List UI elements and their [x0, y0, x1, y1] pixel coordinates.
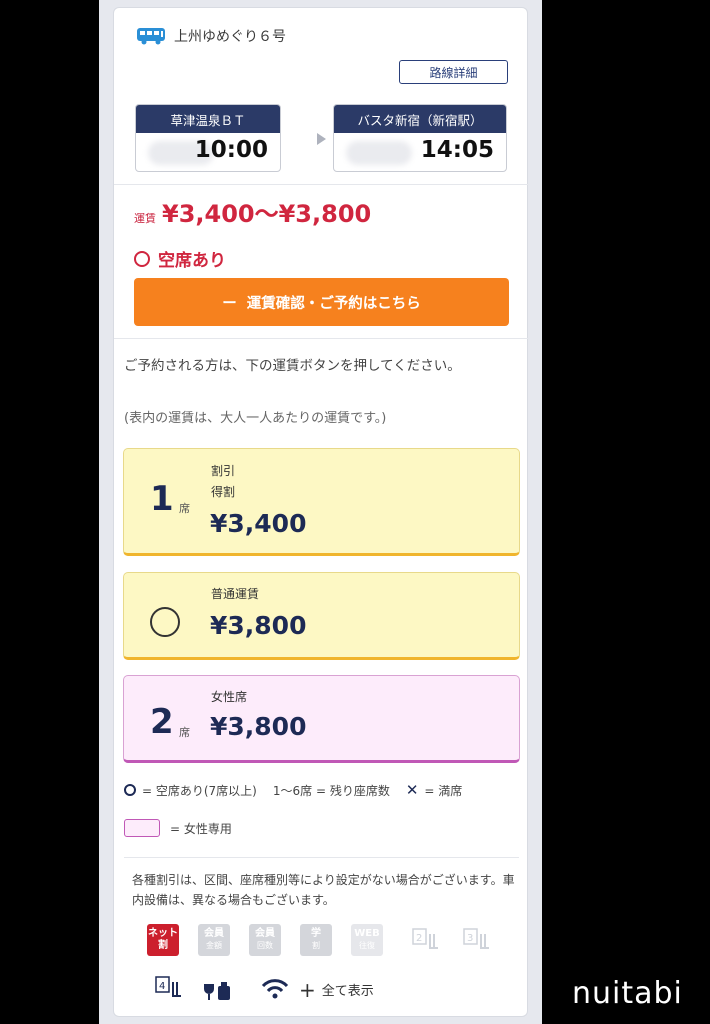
member-amount-icon: 会員 金額 — [198, 924, 230, 956]
vacancy-text: 空席あり — [158, 251, 226, 271]
fare-price: ¥3,400 — [210, 509, 307, 538]
svg-text:3: 3 — [467, 933, 473, 944]
booking-instruction: ご予約される方は、下の運賃ボタンを押してください。 — [124, 358, 461, 374]
collapse-icon: ー — [222, 295, 237, 312]
departure-box: 草津温泉ＢＴ 10:00 — [135, 104, 281, 172]
fare-type: 得割 — [211, 485, 236, 499]
booking-button-label: 運賃確認・ご予約はこちら — [246, 295, 421, 312]
blurred-date — [346, 141, 412, 165]
discount-footnote: 各種割引は、区間、座席種別等により設定がない場合がございます。車内設備は、異なる… — [132, 873, 515, 907]
seat-layout-4-icon: 4 — [155, 976, 181, 997]
fare-type: 普通運賃 — [211, 587, 260, 601]
divider — [114, 184, 529, 185]
net-discount-icon: ネット割 — [147, 924, 179, 956]
bus-title-row: 上州ゆめぐり６号 — [136, 26, 286, 46]
show-all-label: 全て表示 — [321, 984, 374, 999]
vacancy-circle-icon — [134, 250, 150, 267]
pink-swatch — [124, 819, 160, 837]
available-circle-icon — [150, 607, 180, 637]
divider — [114, 338, 529, 339]
fare-option-women[interactable]: 2 席 女性席 ¥3,800 — [123, 675, 520, 763]
student-discount-icon: 学割 — [300, 924, 332, 956]
seat-unit: 席 — [179, 502, 190, 515]
arrival-stop: バスタ新宿（新宿駅） — [334, 105, 506, 133]
cross-icon: ✕ — [405, 781, 419, 799]
arrow-right-icon — [317, 133, 326, 145]
fare-note: (表内の運賃は、大人一人あたりの運賃です。) — [124, 411, 387, 426]
fare-option-regular[interactable]: 普通運賃 ¥3,800 — [123, 572, 520, 660]
route-detail-button[interactable]: 路線詳細 — [399, 60, 508, 84]
departure-time: 10:00 — [194, 137, 268, 163]
fare-price: ¥3,800 — [210, 712, 307, 741]
bus-result-card: 上州ゆめぐり６号 路線詳細 草津温泉ＢＴ 10:00 バスタ新宿（新宿駅） 14… — [113, 7, 529, 1017]
arrival-box: バスタ新宿（新宿駅） 14:05 — [333, 104, 507, 172]
legend-available: = 空席あり(7席以上) — [142, 783, 257, 798]
fare-type: 女性席 — [211, 690, 248, 704]
vacancy-status: 空席あり — [134, 246, 226, 271]
circle-icon — [124, 784, 136, 796]
plus-icon: + — [299, 977, 316, 1002]
fare-type: 割引 — [211, 464, 236, 478]
svg-text:2: 2 — [416, 933, 422, 944]
svg-text:4: 4 — [159, 981, 165, 992]
fare-label: 運賃 — [134, 212, 156, 225]
divider — [124, 857, 519, 858]
availability-legend: = 空席あり(7席以上) 1〜6席 = 残り座席数 ✕ = 満席 — [124, 781, 462, 799]
departure-stop: 草津温泉ＢＴ — [136, 105, 280, 133]
fare-summary: 運賃 ¥3,400〜¥3,800 — [134, 194, 371, 229]
legend-remaining: 1〜6席 = 残り座席数 — [272, 783, 390, 798]
bus-icon — [136, 27, 166, 45]
watermark: nuitabi — [572, 976, 683, 1011]
show-all-amenities-button[interactable]: + 全て表示 — [299, 977, 374, 1002]
wifi-icon — [261, 979, 289, 999]
seat-layout-2-icon: 2 — [412, 928, 438, 949]
fare-price: ¥3,800 — [210, 611, 307, 640]
fare-range: ¥3,400〜¥3,800 — [162, 200, 372, 228]
web-round-trip-icon: WEB 往復 — [351, 924, 383, 956]
bus-name: 上州ゆめぐり６号 — [174, 29, 286, 45]
arrival-time: 14:05 — [420, 137, 494, 163]
seats-remaining: 1 — [150, 479, 174, 519]
seat-unit: 席 — [179, 726, 190, 739]
women-only-legend: = 女性専用 — [124, 819, 232, 837]
member-count-icon: 会員 回数 — [249, 924, 281, 956]
screenshot-stage: 上州ゆめぐり６号 路線詳細 草津温泉ＢＴ 10:00 バスタ新宿（新宿駅） 14… — [0, 0, 710, 1024]
seats-remaining: 2 — [150, 702, 174, 742]
legend-full: = 満席 — [424, 783, 463, 798]
legend-women-only: = 女性専用 — [170, 821, 232, 836]
fare-option-discount[interactable]: 1 席 割引 得割 ¥3,400 — [123, 448, 520, 556]
power-outlet-icon — [204, 978, 230, 1000]
seat-layout-3-icon: 3 — [463, 928, 489, 949]
fare-booking-button[interactable]: ー 運賃確認・ご予約はこちら — [134, 278, 509, 326]
